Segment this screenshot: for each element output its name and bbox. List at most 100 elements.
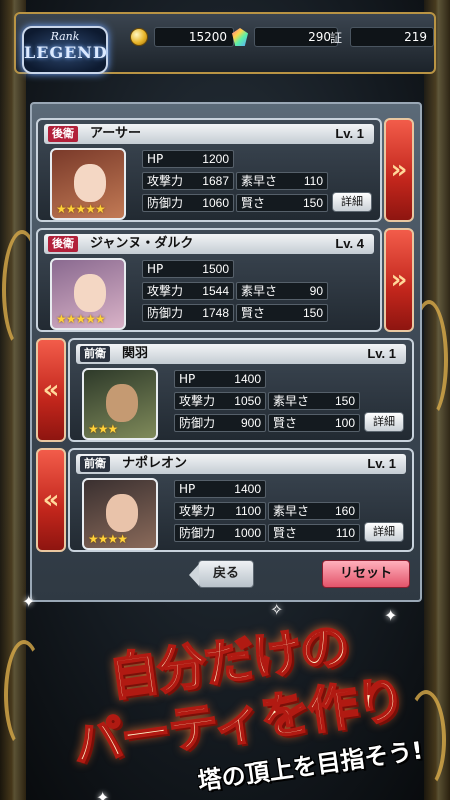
character-level: Lv. 1: [367, 456, 396, 471]
character-name: ナポレオン: [122, 456, 188, 471]
move-back-button[interactable]: «: [36, 448, 66, 552]
stat-label: HP: [179, 482, 196, 496]
stat-attack: 攻撃力 1100: [174, 502, 266, 520]
stat-hp: HP 1400: [174, 370, 266, 388]
card-body: 前衛 ナポレオン Lv. 1 ★★★★ HP 1400 攻撃力 1100 素早さ 16…: [68, 448, 414, 552]
stat-value: 1748: [202, 306, 229, 320]
stat-attack: 攻撃力 1544: [142, 282, 234, 300]
stat-defense: 防御力 1748: [142, 304, 234, 322]
stat-hp: HP 1400: [174, 480, 266, 498]
character-name: ジャンヌ・ダルク: [90, 236, 194, 251]
logo-legend-text: LEGEND: [24, 43, 108, 62]
card-body: 後衛 ジャンヌ・ダルク Lv. 4 ★★★★★ HP 1500 攻撃力 1544 素…: [36, 228, 382, 332]
stat-value: 160: [334, 504, 355, 518]
stat-value: 100: [334, 416, 355, 430]
rarity-stars: ★★★★★: [56, 202, 106, 216]
coin-icon: [130, 28, 148, 46]
party-card-jeanne[interactable]: 後衛 ジャンヌ・ダルク Lv. 4 ★★★★★ HP 1500 攻撃力 1544 素…: [36, 228, 414, 332]
portrait-face: [106, 494, 138, 532]
character-name: アーサー: [90, 126, 141, 141]
character-portrait: ★★★: [82, 368, 158, 440]
stat-label: 防御力: [147, 196, 184, 210]
move-front-button[interactable]: »: [384, 118, 414, 222]
rarity-stars: ★★★: [88, 422, 118, 436]
back-button[interactable]: 戻る: [189, 560, 254, 588]
stat-wisdom: 賢さ 150: [236, 194, 328, 212]
stat-value: 1060: [202, 196, 229, 210]
stat-value: 150: [334, 394, 355, 408]
stat-label: 防御力: [147, 306, 184, 320]
stat-value: 1400: [234, 482, 261, 496]
stat-wisdom: 賢さ 110: [268, 524, 360, 542]
stat-label: HP: [179, 372, 196, 386]
party-card-napoleon[interactable]: « 前衛 ナポレオン Lv. 1 ★★★★ HP 1400 攻撃力 1100 素早さ…: [36, 448, 414, 552]
sparkle-icon: ✧: [270, 600, 284, 619]
sparkle-icon: ✦: [96, 788, 110, 800]
stat-value: 1050: [234, 394, 261, 408]
move-front-button[interactable]: »: [384, 228, 414, 332]
stat-value: 150: [302, 196, 323, 210]
stat-wisdom: 賢さ 100: [268, 414, 360, 432]
stat-label: 攻撃力: [179, 504, 216, 518]
stat-agility: 素早さ 150: [268, 392, 360, 410]
stat-value: 1100: [235, 504, 261, 518]
stat-value: 90: [309, 284, 323, 298]
stat-label: 攻撃力: [179, 394, 216, 408]
move-back-button[interactable]: «: [36, 338, 66, 442]
character-portrait: ★★★★★: [50, 258, 126, 330]
stat-value: 110: [335, 526, 355, 540]
stat-attack: 攻撃力 1687: [142, 172, 234, 190]
stat-label: 防御力: [179, 526, 216, 540]
card-body: 前衛 関羽 Lv. 1 ★★★ HP 1400 攻撃力 1050 素早さ 150 防御…: [68, 338, 414, 442]
character-level: Lv. 4: [335, 236, 364, 251]
stat-label: 賢さ: [273, 526, 298, 540]
portrait-face: [74, 164, 106, 202]
stat-hp: HP 1500: [142, 260, 234, 278]
stat-label: 攻撃力: [147, 174, 184, 188]
stat-label: HP: [147, 152, 164, 166]
detail-button[interactable]: 詳細: [364, 522, 404, 542]
portrait-face: [106, 384, 138, 422]
logo-rank-text: Rank: [50, 30, 80, 43]
stat-label: 賢さ: [241, 306, 266, 320]
reset-button[interactable]: リセット: [322, 560, 410, 588]
cert-counter: 証 219: [328, 26, 434, 48]
detail-button[interactable]: 詳細: [332, 192, 372, 212]
stat-label: 素早さ: [241, 284, 278, 298]
role-badge: 後衛: [48, 236, 78, 252]
role-badge: 前衛: [80, 456, 110, 472]
stat-label: 賢さ: [241, 196, 266, 210]
coin-counter: 15200: [130, 26, 234, 48]
stat-label: 素早さ: [273, 394, 310, 408]
character-level: Lv. 1: [335, 126, 364, 141]
stat-value: 1500: [202, 262, 229, 276]
stat-label: HP: [147, 262, 164, 276]
card-titlebar: 後衛 ジャンヌ・ダルク Lv. 4: [44, 234, 374, 254]
card-body: 後衛 アーサー Lv. 1 ★★★★★ HP 1200 攻撃力 1687 素早さ 11…: [36, 118, 382, 222]
sparkle-icon: ✦: [22, 592, 36, 611]
stat-value: 110: [303, 174, 323, 188]
stat-label: 防御力: [179, 416, 216, 430]
gem-value: 290: [254, 27, 338, 47]
party-card-guanyu[interactable]: « 前衛 関羽 Lv. 1 ★★★ HP 1400 攻撃力 1050 素早さ 150 …: [36, 338, 414, 442]
stat-label: 賢さ: [273, 416, 298, 430]
party-card-arthur[interactable]: 後衛 アーサー Lv. 1 ★★★★★ HP 1200 攻撃力 1687 素早さ 11…: [36, 118, 414, 222]
role-badge: 後衛: [48, 126, 78, 142]
character-name: 関羽: [122, 346, 149, 361]
character-level: Lv. 1: [367, 346, 396, 361]
coin-value: 15200: [154, 27, 234, 47]
stat-defense: 防御力 1000: [174, 524, 266, 542]
portrait-face: [74, 274, 106, 312]
stat-defense: 防御力 900: [174, 414, 266, 432]
character-portrait: ★★★★: [82, 478, 158, 550]
stat-defense: 防御力 1060: [142, 194, 234, 212]
stat-agility: 素早さ 90: [236, 282, 328, 300]
stat-attack: 攻撃力 1050: [174, 392, 266, 410]
stat-value: 1544: [202, 284, 229, 298]
detail-button[interactable]: 詳細: [364, 412, 404, 432]
stat-agility: 素早さ 160: [268, 502, 360, 520]
cert-icon: 証: [329, 30, 342, 45]
stat-hp: HP 1200: [142, 150, 234, 168]
card-titlebar: 前衛 関羽 Lv. 1: [76, 344, 406, 364]
stat-value: 1687: [202, 174, 229, 188]
